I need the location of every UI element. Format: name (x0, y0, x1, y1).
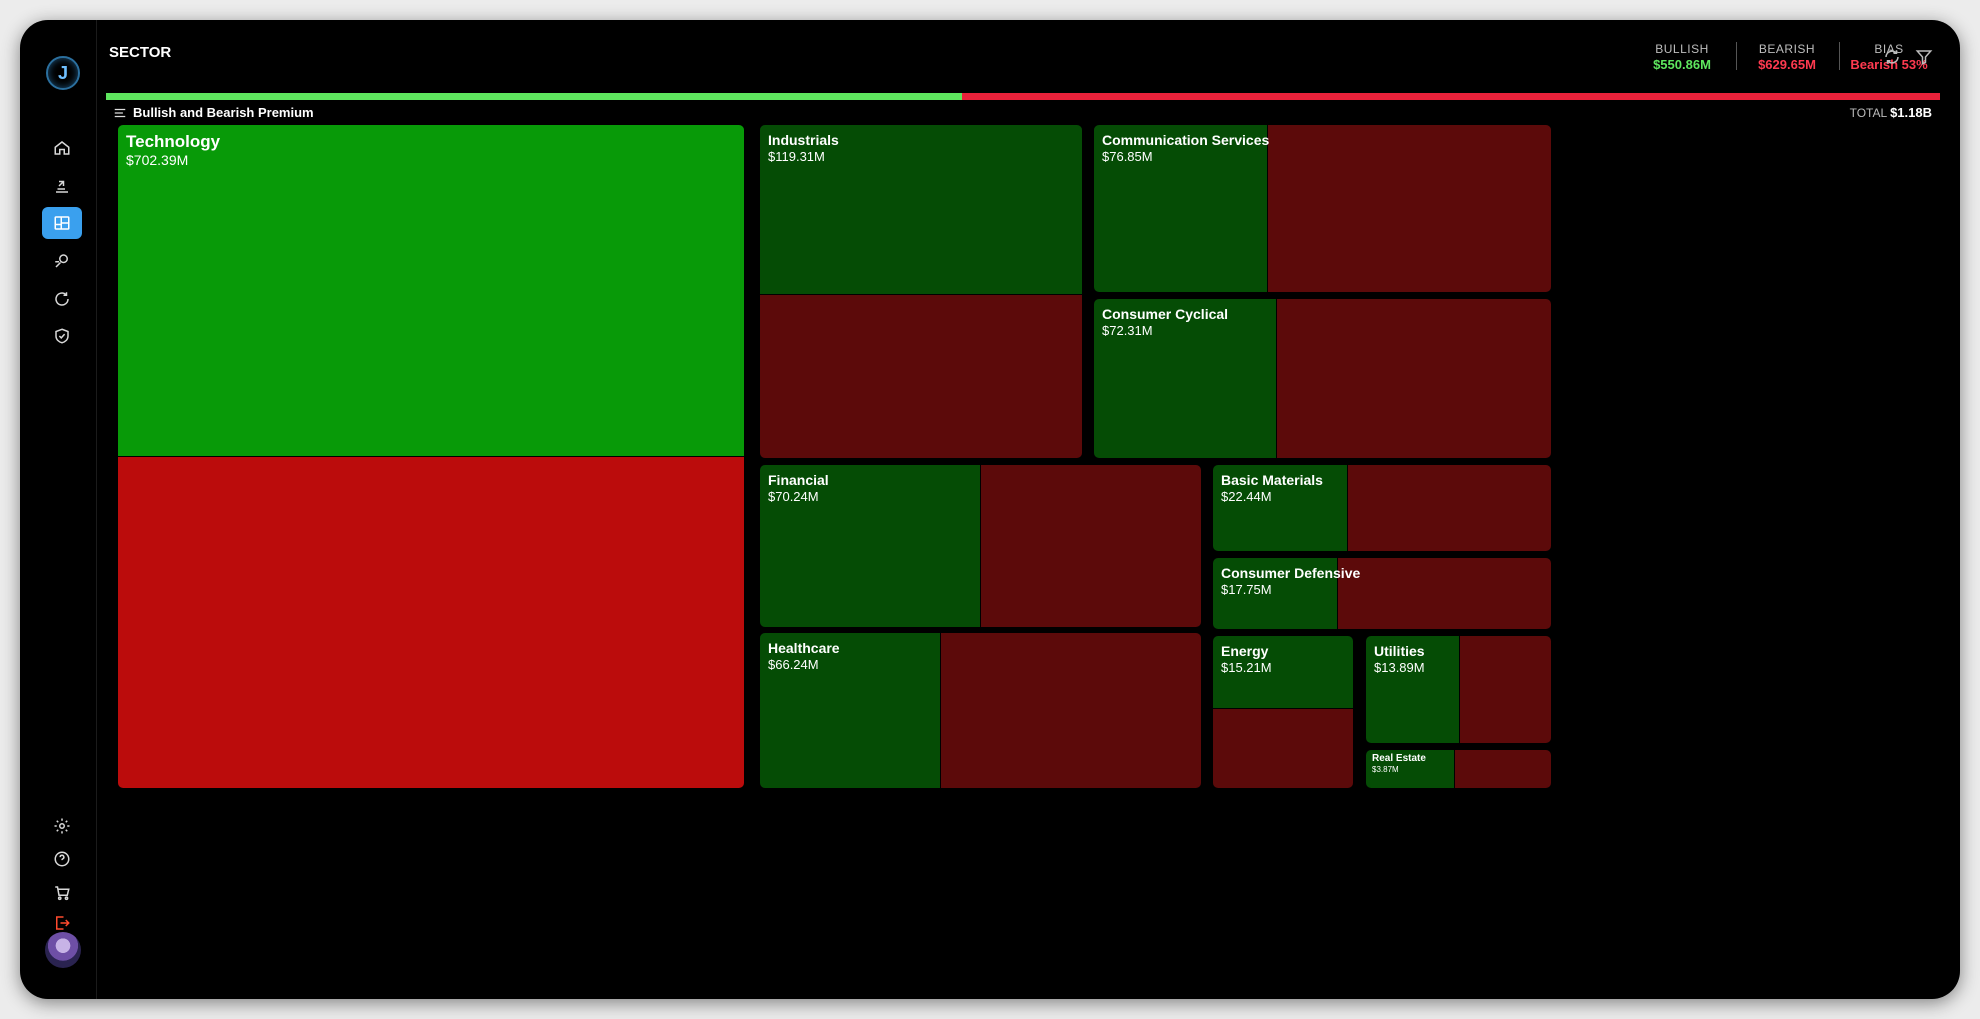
sector-tile-healthcare[interactable]: Healthcare $66.24M (760, 633, 1201, 788)
treemap-icon (54, 216, 70, 230)
sector-tile-communication-services[interactable]: Communication Services $76.85M (1094, 125, 1551, 292)
bearish-bar (961, 93, 1940, 100)
sector-tile-consumer-defensive[interactable]: Consumer Defensive $17.75M (1213, 558, 1551, 629)
bullish-segment (760, 125, 1082, 295)
nav-shield[interactable] (42, 320, 82, 352)
menu-icon[interactable] (113, 106, 127, 120)
bearish-label: BEARISH (1758, 42, 1816, 56)
settings-icon (54, 818, 70, 834)
bullish-segment (1213, 465, 1349, 551)
sector-tile-consumer-cyclical[interactable]: Consumer Cyclical $72.31M (1094, 299, 1551, 458)
bearish-segment (760, 293, 1082, 458)
sector-tile-energy[interactable]: Energy $15.21M (1213, 636, 1353, 788)
nav-flow[interactable] (42, 170, 82, 202)
bullish-segment (1213, 636, 1353, 709)
bearish-segment (1453, 750, 1551, 788)
bullish-value: $550.86M (1653, 57, 1711, 72)
refresh-spark-icon (55, 292, 69, 306)
nav-settings[interactable] (42, 810, 82, 842)
refresh-icon (1885, 50, 1899, 64)
avatar[interactable] (45, 932, 81, 968)
cart-icon (55, 886, 70, 901)
bullish-label: BULLISH (1655, 42, 1709, 56)
bullish-segment (1366, 636, 1461, 743)
bullish-segment (1213, 558, 1339, 629)
logo-letter: J (57, 62, 68, 83)
refresh-button[interactable] (1883, 48, 1901, 66)
sector-tile-industrials[interactable]: Industrials $119.31M (760, 125, 1082, 458)
logout-icon (56, 916, 70, 930)
bullish-bar (106, 93, 962, 100)
bullish-segment (1094, 125, 1268, 292)
sector-tile-real-estate[interactable]: Real Estate $3.87M (1366, 750, 1551, 788)
sidebar: J (20, 20, 97, 999)
bearish-value: $629.65M (1758, 57, 1816, 72)
bearish-segment (979, 465, 1201, 627)
sector-tile-technology[interactable]: Technology $702.39M (118, 125, 744, 788)
treemap-header: Bullish and Bearish Premium (113, 105, 314, 120)
nav-refresh[interactable] (42, 283, 82, 315)
total-premium: TOTAL $1.18B (1850, 105, 1932, 120)
bearish-segment (1275, 299, 1551, 458)
home-icon (54, 141, 70, 155)
sector-tile-financial[interactable]: Financial $70.24M (760, 465, 1201, 627)
total-value: $1.18B (1890, 105, 1932, 120)
bullish-stat: BULLISH $550.86M (1630, 42, 1734, 72)
nav-treemap[interactable] (42, 207, 82, 239)
sector-tile-basic-materials[interactable]: Basic Materials $22.44M (1213, 465, 1551, 551)
sector-tile-utilities[interactable]: Utilities $13.89M (1366, 636, 1551, 743)
nav-chart-search[interactable] (42, 245, 82, 277)
bullish-segment (118, 125, 744, 457)
bearish-segment (1266, 125, 1551, 292)
nav-home[interactable] (42, 132, 82, 164)
bullish-segment (760, 633, 941, 788)
page-title: SECTOR (109, 44, 172, 61)
app-window: J SECTOR BULLISH $550.86M BEARISH $629.6… (20, 20, 1960, 999)
bearish-segment (939, 633, 1201, 788)
chart-search-icon (55, 254, 68, 268)
shield-check-icon (55, 328, 69, 344)
bearish-stat: BEARISH $629.65M (1737, 42, 1837, 72)
nav-help[interactable] (42, 843, 82, 875)
flow-icon (56, 180, 68, 193)
bullish-segment (1094, 299, 1277, 458)
bearish-segment (1459, 636, 1551, 743)
filter-icon (1915, 50, 1933, 65)
bearish-segment (1213, 707, 1353, 788)
app-logo[interactable]: J (46, 56, 80, 90)
bearish-segment (1337, 558, 1551, 629)
total-label: TOTAL (1849, 106, 1887, 120)
treemap-title: Bullish and Bearish Premium (133, 105, 314, 120)
bullish-segment (760, 465, 981, 627)
help-icon (54, 851, 70, 867)
nav-cart[interactable] (42, 877, 82, 909)
bearish-segment (118, 455, 744, 788)
bearish-segment (1347, 465, 1551, 551)
sentiment-bar (106, 93, 1940, 100)
filter-button[interactable] (1915, 48, 1933, 66)
bullish-segment (1366, 750, 1455, 788)
